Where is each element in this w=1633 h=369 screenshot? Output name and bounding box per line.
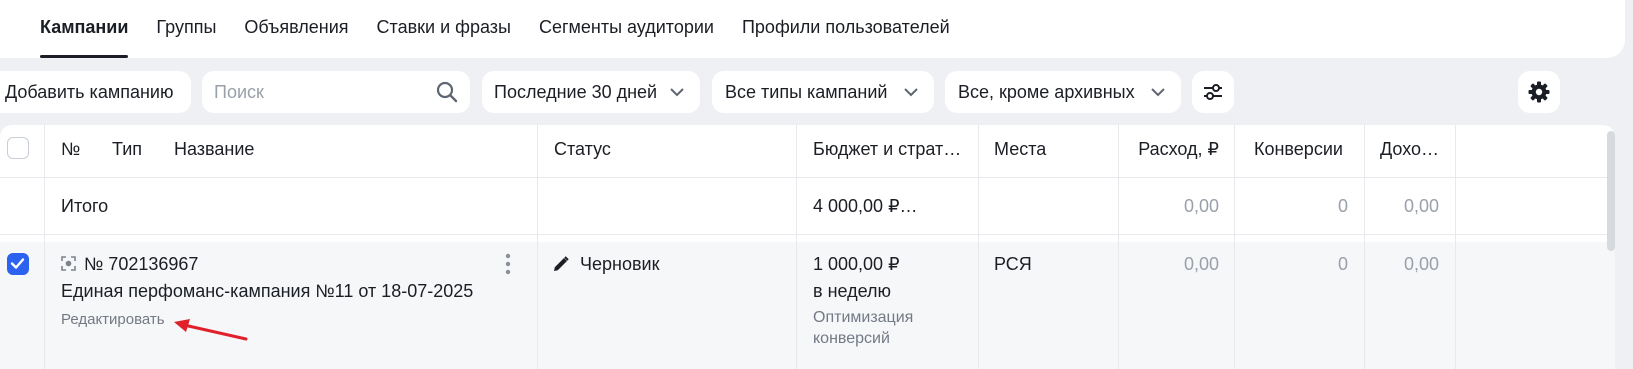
total-budget: 4 000,00 ₽… xyxy=(813,196,918,216)
pencil-icon xyxy=(554,256,569,271)
row-divider xyxy=(0,234,1615,235)
header-num[interactable]: № xyxy=(61,139,80,160)
gear-icon xyxy=(1528,81,1550,103)
chevron-down-icon xyxy=(670,88,684,97)
vertical-scrollbar[interactable] xyxy=(1607,131,1615,251)
tab-groups[interactable]: Группы xyxy=(156,0,216,58)
search-input[interactable] xyxy=(202,71,470,113)
period-select[interactable]: Последние 30 дней xyxy=(482,71,700,113)
search-icon[interactable] xyxy=(436,81,458,103)
column-divider xyxy=(978,125,979,369)
header-income[interactable]: Дохо… xyxy=(1380,139,1439,160)
add-campaign-label: Добавить кампанию xyxy=(5,82,174,102)
header-type[interactable]: Тип xyxy=(112,139,142,160)
row-checkbox[interactable] xyxy=(7,253,29,275)
column-divider xyxy=(796,125,797,369)
budget-amount: 1 000,00 ₽ xyxy=(813,254,900,274)
tab-ads[interactable]: Объявления xyxy=(244,0,348,58)
column-divider xyxy=(1234,125,1235,369)
add-campaign-button[interactable]: Добавить кампанию xyxy=(0,71,191,113)
campaign-types-select[interactable]: Все типы кампаний xyxy=(712,71,934,113)
sliders-icon xyxy=(1204,84,1222,100)
total-label: Итого xyxy=(61,196,109,216)
column-divider xyxy=(1118,125,1119,369)
campaign-status: Черновик xyxy=(580,254,660,274)
campaign-type-icon xyxy=(61,256,76,271)
tabs-panel: Кампании Группы Объявления Ставки и фраз… xyxy=(0,0,1625,58)
search-box xyxy=(202,71,470,113)
column-divider xyxy=(1364,125,1365,369)
tab-user-profiles[interactable]: Профили пользователей xyxy=(742,0,950,58)
campaign-types-value: Все типы кампаний xyxy=(725,82,888,102)
filter-settings-button[interactable] xyxy=(1192,71,1234,113)
header-expense[interactable]: Расход, ₽ xyxy=(1118,139,1219,160)
tab-bids-phrases[interactable]: Ставки и фразы xyxy=(377,0,511,58)
row-divider xyxy=(0,177,1615,178)
more-vertical-icon[interactable] xyxy=(504,252,512,276)
header-conversions[interactable]: Конверсии xyxy=(1254,139,1343,160)
total-conversions: 0 xyxy=(1337,196,1348,216)
total-expense: 0,00 xyxy=(1183,196,1219,216)
chevron-down-icon xyxy=(904,88,918,97)
row-conversions: 0 xyxy=(1337,254,1348,274)
table-settings-button[interactable] xyxy=(1518,71,1560,113)
edit-link[interactable]: Редактировать xyxy=(61,311,165,328)
row-expense: 0,00 xyxy=(1183,254,1219,274)
header-places[interactable]: Места xyxy=(994,139,1046,160)
archive-filter-select[interactable]: Все, кроме архивных xyxy=(945,71,1181,113)
toolbar: Добавить кампанию Последние 30 дней Все … xyxy=(0,71,1633,113)
annotation-arrow-icon xyxy=(174,319,248,341)
select-all-checkbox[interactable] xyxy=(7,137,29,159)
tab-campaigns[interactable]: Кампании xyxy=(40,0,129,58)
column-divider xyxy=(44,125,45,369)
tab-audience-segments[interactable]: Сегменты аудитории xyxy=(539,0,714,58)
column-divider xyxy=(1455,125,1456,369)
total-income: 0,00 xyxy=(1403,196,1439,216)
row-income: 0,00 xyxy=(1403,254,1439,274)
strategy-line-2: конверсий xyxy=(813,330,890,347)
column-divider xyxy=(537,125,538,369)
campaign-places: РСЯ xyxy=(994,254,1032,274)
budget-period: в неделю xyxy=(813,281,892,301)
campaign-name[interactable]: Единая перфоманс-кампания №11 от 18-07-2… xyxy=(61,281,473,302)
section-tabs: Кампании Группы Объявления Ставки и фраз… xyxy=(40,0,978,58)
header-budget[interactable]: Бюджет и страт… xyxy=(813,139,961,160)
campaign-id: № 702136967 xyxy=(84,254,199,274)
chevron-down-icon xyxy=(1151,88,1165,97)
strategy-line-1: Оптимизация xyxy=(813,309,914,326)
header-status[interactable]: Статус xyxy=(554,139,611,160)
period-value: Последние 30 дней xyxy=(494,82,658,102)
archive-filter-value: Все, кроме архивных xyxy=(958,82,1135,102)
check-icon xyxy=(10,258,25,269)
header-name[interactable]: Название xyxy=(174,139,254,160)
